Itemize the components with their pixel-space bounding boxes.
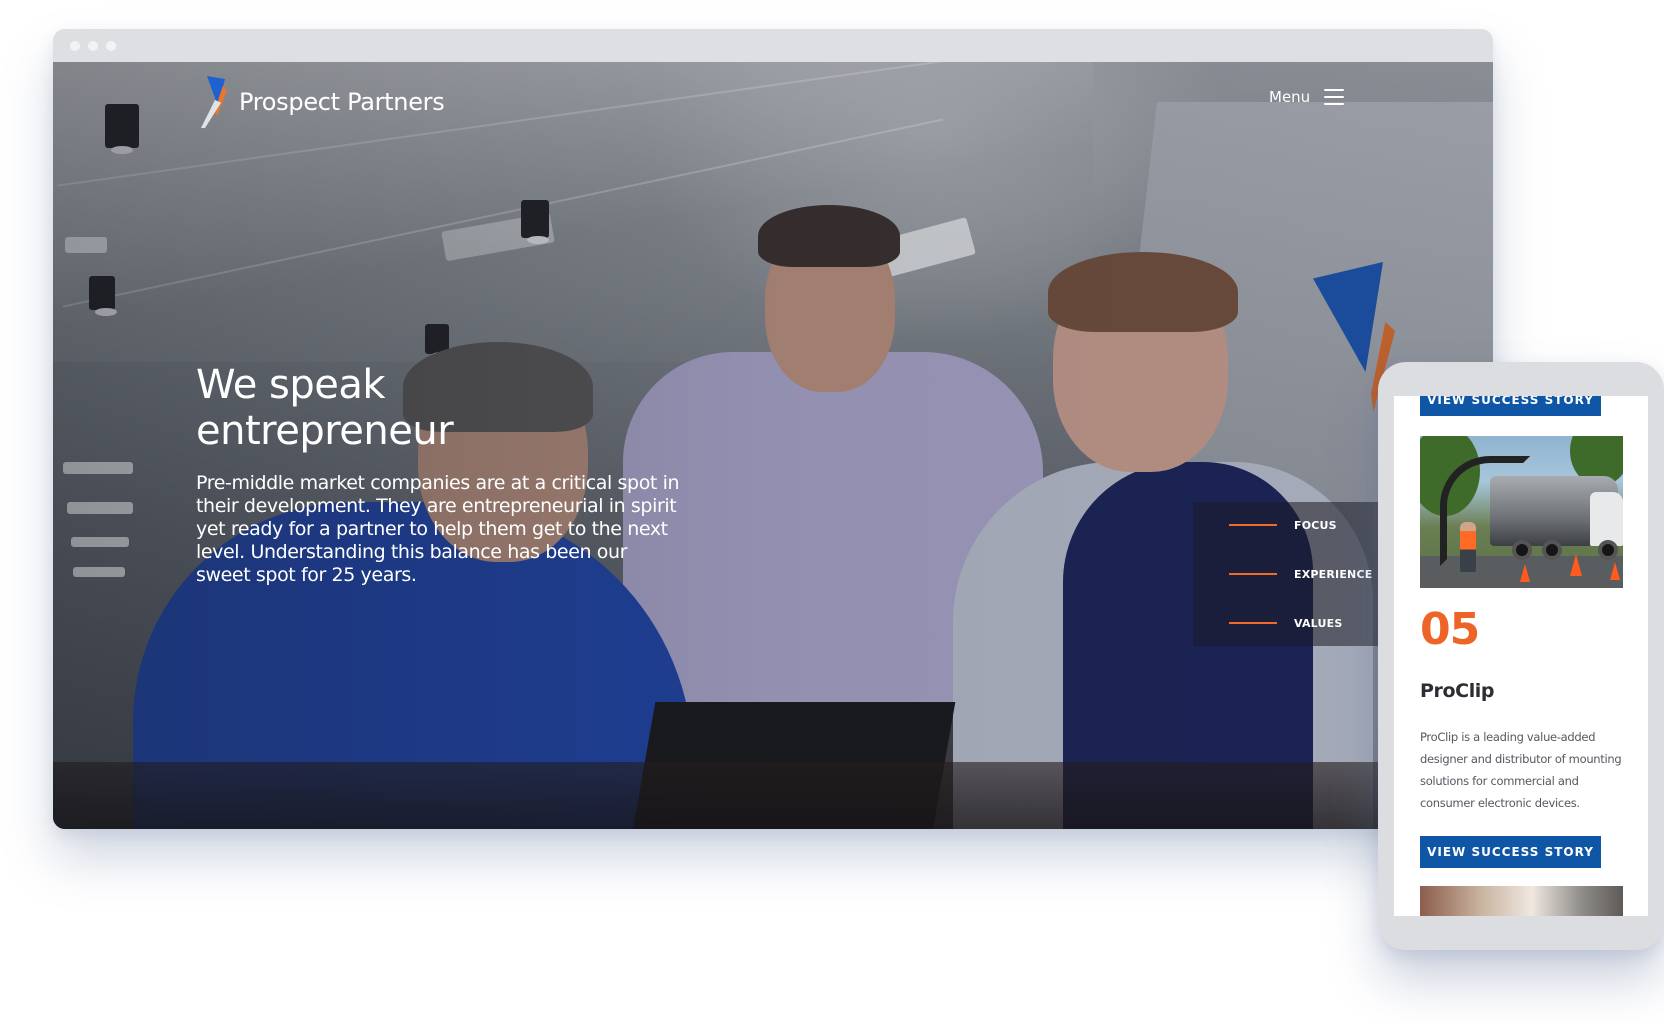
window-minimize-dot[interactable]: [88, 41, 98, 51]
side-nav-item-values[interactable]: VALUES: [1229, 613, 1342, 633]
truck-hose: [1440, 456, 1530, 566]
side-nav-label: FOCUS: [1294, 518, 1337, 532]
prospect-partners-logo-icon: [201, 76, 229, 128]
hamburger-icon: [1324, 89, 1345, 105]
worker: [1460, 522, 1476, 572]
hero-description: Pre-middle market companies are at a cri…: [196, 472, 680, 586]
story-number: 05: [1420, 604, 1480, 655]
truck-cab: [1590, 492, 1623, 546]
view-success-story-button-top[interactable]: VIEW SUCCESS STORY: [1420, 396, 1601, 416]
proclip-story-image: [1420, 436, 1623, 588]
menu-button[interactable]: Menu: [1269, 88, 1345, 106]
hero-title-line-2: entrepreneur: [196, 408, 454, 454]
brand-name: Prospect Partners: [239, 88, 445, 116]
side-nav-indicator: [1229, 573, 1277, 575]
story-company-name: ProClip: [1420, 680, 1495, 702]
next-story-image: [1420, 886, 1623, 916]
desktop-browser-mockup: Prospect Partners Menu We speak entrepre…: [53, 29, 1493, 829]
window-maximize-dot[interactable]: [106, 41, 116, 51]
story-description: ProClip is a leading value-added designe…: [1420, 730, 1622, 810]
mobile-device-mockup: VIEW SUCCESS STORY 05 ProClip ProClip is…: [1378, 362, 1664, 950]
view-success-story-button[interactable]: VIEW SUCCESS STORY: [1420, 836, 1601, 868]
mobile-screen: VIEW SUCCESS STORY 05 ProClip ProClip is…: [1394, 396, 1648, 916]
brand-logo[interactable]: Prospect Partners: [201, 76, 445, 128]
truck-wheel: [1598, 540, 1618, 560]
window-close-dot[interactable]: [70, 41, 80, 51]
side-nav-item-focus[interactable]: FOCUS: [1229, 515, 1337, 535]
truck-wheel: [1542, 540, 1562, 560]
side-nav-label: EXPERIENCE: [1294, 567, 1373, 581]
side-nav-indicator: [1229, 524, 1277, 526]
hero-section: Prospect Partners Menu We speak entrepre…: [53, 62, 1493, 829]
side-nav-indicator: [1229, 622, 1277, 624]
side-nav-label: VALUES: [1294, 616, 1343, 630]
side-nav-item-experience[interactable]: EXPERIENCE: [1229, 564, 1372, 584]
browser-title-bar: [53, 29, 1493, 62]
hero-title: We speak entrepreneur: [196, 362, 656, 454]
menu-label: Menu: [1269, 88, 1311, 106]
hero-title-line-1: We speak: [196, 362, 386, 408]
